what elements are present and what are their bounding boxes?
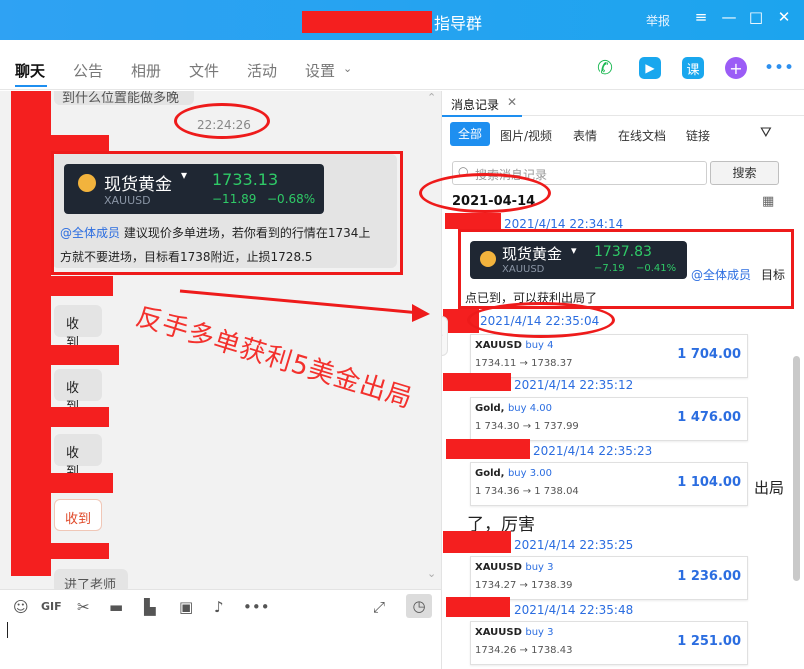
annotation-arrow bbox=[179, 289, 430, 322]
